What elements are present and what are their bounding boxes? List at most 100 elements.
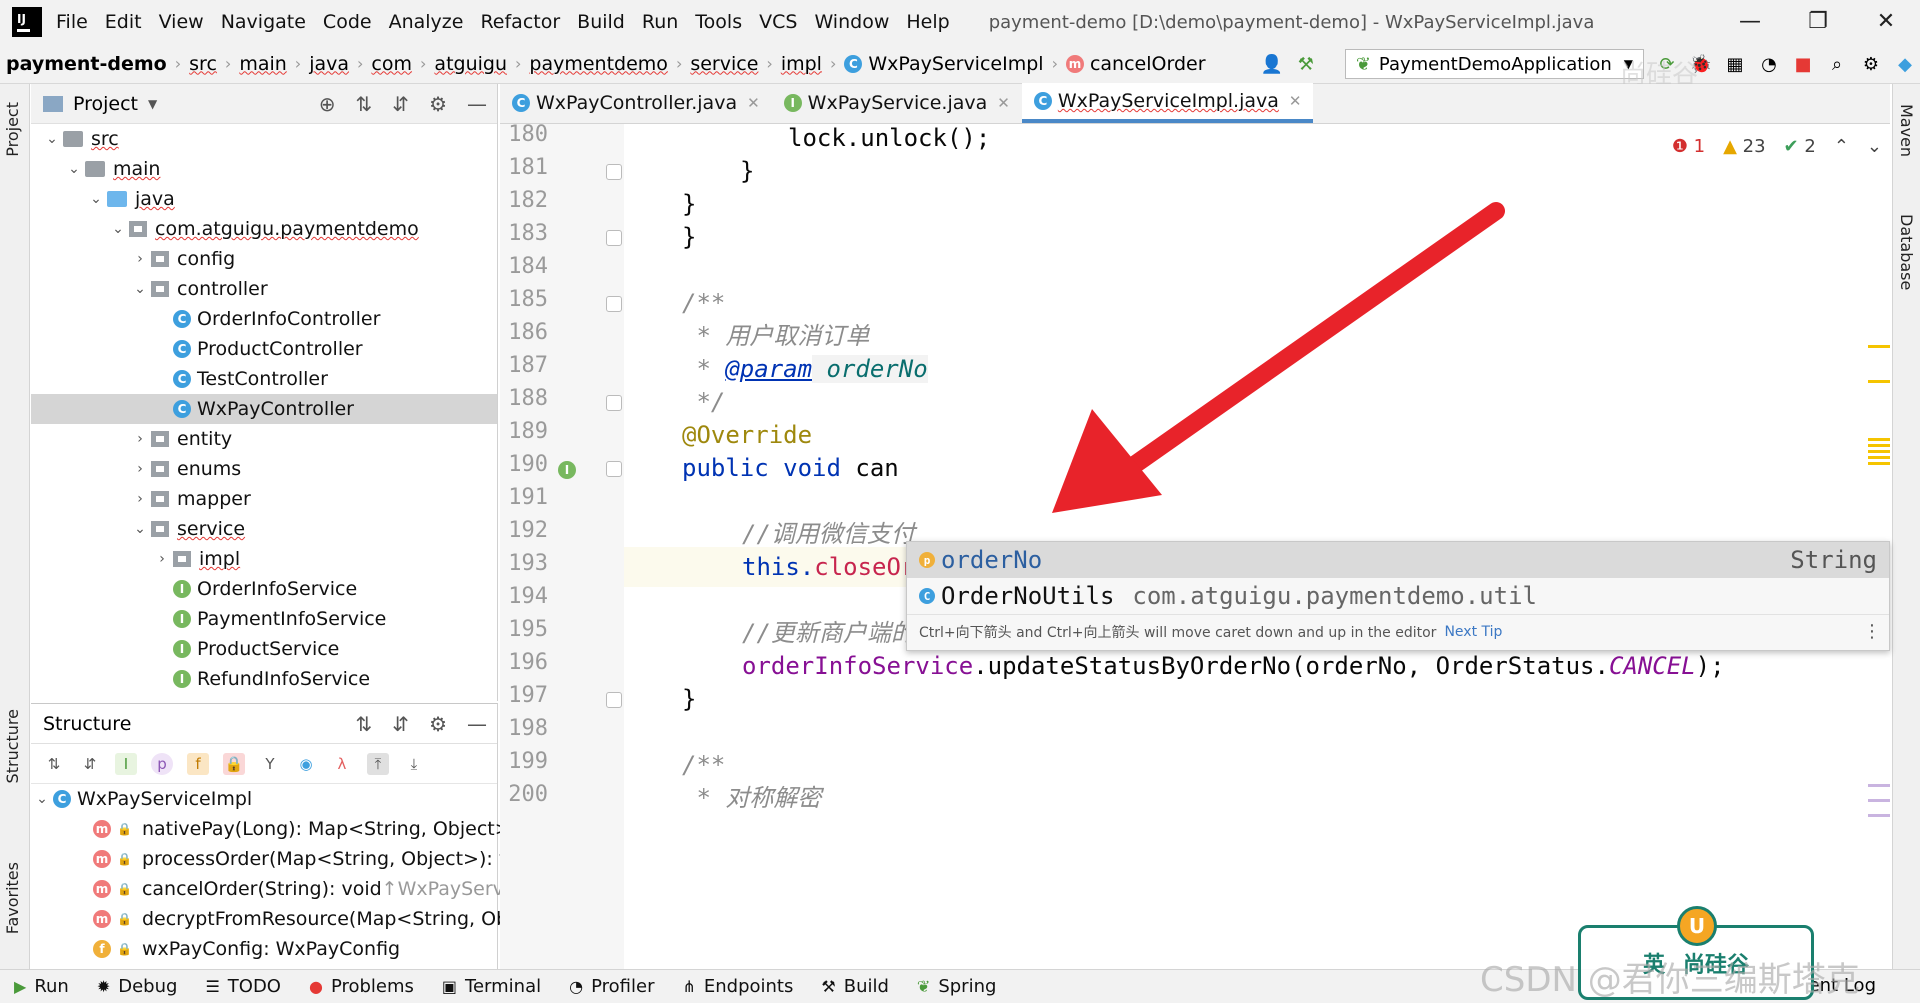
tree-item[interactable]: › impl [31, 544, 497, 574]
bottom-tool-spring[interactable]: ❦ Spring [917, 976, 997, 997]
menu-item[interactable]: Refactor [480, 11, 560, 33]
hide-icon[interactable]: — [467, 92, 487, 116]
completion-item[interactable]: p orderNo String [907, 542, 1889, 578]
breadcrumb-class[interactable]: C WxPayServiceImpl [844, 53, 1044, 75]
breadcrumb-item[interactable]: impl [781, 53, 822, 75]
tree-item[interactable]: ⌄ com.atguigu.paymentdemo [31, 214, 497, 244]
expand-all-icon[interactable]: ⇅ [356, 92, 373, 116]
more-options-icon[interactable]: ⋮ [1863, 621, 1881, 642]
menu-item[interactable]: Edit [105, 11, 142, 33]
tree-item[interactable]: ⌄ main [31, 154, 497, 184]
breadcrumb-method[interactable]: m cancelOrder [1065, 53, 1206, 75]
tree-item[interactable]: C WxPayController [31, 394, 497, 424]
menu-item[interactable]: Run [642, 11, 678, 33]
tree-item[interactable]: I OrderInfoService [31, 574, 497, 604]
completion-item[interactable]: C OrderNoUtils com.atguigu.paymentdemo.u… [907, 578, 1889, 614]
user-icon[interactable]: 👤 [1261, 53, 1283, 75]
chevron-down-icon[interactable]: ⌄ [63, 161, 85, 177]
chevron-down-icon[interactable]: ⌄ [41, 131, 63, 147]
bottom-tool-run[interactable]: ▶ Run [14, 976, 69, 997]
chevron-down-icon[interactable]: ⌄ [129, 521, 151, 537]
menu-item[interactable]: Tools [695, 11, 742, 33]
tree-item[interactable]: C OrderInfoController [31, 304, 497, 334]
bottom-tool-terminal[interactable]: ▣ Terminal [442, 976, 541, 997]
bottom-tool-profiler[interactable]: ◔ Profiler [569, 976, 654, 997]
chevron-right-icon[interactable]: › [129, 491, 151, 507]
menu-item[interactable]: Build [577, 11, 625, 33]
implements-gutter-icon[interactable]: I [558, 461, 576, 479]
next-tip-link[interactable]: Next Tip [1444, 624, 1502, 640]
menu-item[interactable]: Navigate [221, 11, 306, 33]
structure-root[interactable]: ⌄ C WxPayServiceImpl [31, 784, 497, 814]
menu-item[interactable]: Help [906, 11, 949, 33]
tree-item[interactable]: I RefundInfoService [31, 664, 497, 694]
warning-count[interactable]: ▲ 23 [1723, 136, 1765, 157]
menu-item[interactable]: Code [323, 11, 372, 33]
chevron-down-icon[interactable]: ⌄ [31, 791, 53, 807]
autoscroll-to-source-icon[interactable]: ⤒ [367, 752, 389, 775]
fold-marker-icon[interactable] [606, 296, 622, 312]
fold-marker-icon[interactable] [606, 164, 622, 180]
structure-member[interactable]: m 🔒 cancelOrder(String): void ↑WxPayServic… [31, 874, 531, 904]
structure-tool-tab[interactable]: Structure [3, 709, 22, 783]
tree-item[interactable]: ⌄ service [31, 514, 497, 544]
search-icon[interactable]: ⌕ [1826, 53, 1848, 75]
project-panel-title[interactable]: Project [73, 93, 138, 115]
bottom-tool-build[interactable]: ⚒ Build [821, 976, 889, 997]
breadcrumb-item[interactable]: com [371, 53, 412, 75]
chevron-right-icon[interactable]: › [151, 551, 173, 567]
tree-item[interactable]: › mapper [31, 484, 497, 514]
fold-marker-icon[interactable] [606, 395, 622, 411]
previous-highlight-icon[interactable]: ⌃ [1834, 136, 1849, 157]
gear-icon[interactable]: ⚙ [429, 92, 447, 116]
breadcrumb-item[interactable]: service [690, 53, 758, 75]
show-non-public-icon[interactable]: 🔒 [223, 752, 245, 775]
fold-marker-icon[interactable] [606, 461, 622, 477]
error-count[interactable]: ❶ 1 [1672, 136, 1705, 157]
structure-member[interactable]: m 🔒 processOrder(Map<String, Object>): vo [31, 844, 522, 874]
close-tab-icon[interactable]: ✕ [747, 94, 760, 112]
settings-icon[interactable]: ⚙ [1860, 53, 1882, 75]
sort-alpha-icon[interactable]: ⇅ [43, 753, 65, 775]
tree-item[interactable]: › entity [31, 424, 497, 454]
chevron-right-icon[interactable]: › [129, 431, 151, 447]
maven-tool-tab[interactable]: Maven [1897, 104, 1916, 157]
tree-item[interactable]: ⌄ controller [31, 274, 497, 304]
menu-item[interactable]: Analyze [389, 11, 464, 33]
collapse-all-icon[interactable]: ⇵ [392, 92, 409, 116]
bottom-tool-todo[interactable]: ☰ TODO [205, 976, 281, 997]
chevron-down-icon[interactable]: ⌄ [129, 281, 151, 297]
structure-member[interactable]: m🔒nativePay(Long): Map<String, Object> ↑ [31, 814, 527, 844]
bottom-tool-endpoints[interactable]: ⋔ Endpoints [682, 976, 793, 997]
structure-member[interactable]: m 🔒 decryptFromResource(Map<String, Obje [31, 904, 525, 934]
breadcrumb-project[interactable]: payment-demo [6, 53, 167, 75]
tree-item[interactable]: I ProductService [31, 634, 497, 664]
favorites-tool-tab[interactable]: Favorites [3, 862, 22, 934]
autoscroll-from-source-icon[interactable]: ⤓ [403, 753, 425, 775]
build-hammer-icon[interactable]: ⚒ [1295, 53, 1317, 75]
lambda-icon[interactable]: λ [331, 753, 353, 775]
chevron-right-icon[interactable]: › [129, 251, 151, 267]
breadcrumb-item[interactable]: src [189, 53, 217, 75]
bottom-tool-problems[interactable]: ● Problems [309, 976, 414, 997]
project-tool-tab[interactable]: Project [3, 102, 22, 157]
tree-item[interactable]: I PaymentInfoService [31, 604, 497, 634]
tree-item[interactable]: ⌄ java [31, 184, 497, 214]
tree-item[interactable]: › config [31, 244, 497, 274]
close-tab-icon[interactable]: ✕ [1289, 92, 1302, 110]
weak-warning-count[interactable]: ✔ 2 [1784, 136, 1816, 157]
tree-item[interactable]: C ProductController [31, 334, 497, 364]
close-window-button[interactable]: ✕ [1852, 0, 1920, 44]
editor-tab[interactable]: C WxPayServiceImpl.java ✕ [1021, 83, 1314, 123]
fold-marker-icon[interactable] [606, 692, 622, 708]
breadcrumb-item[interactable]: main [239, 53, 286, 75]
fold-marker-icon[interactable] [606, 230, 622, 246]
close-tab-icon[interactable]: ✕ [997, 94, 1010, 112]
menu-item[interactable]: File [56, 11, 88, 33]
tree-item[interactable]: C TestController [31, 364, 497, 394]
show-lambdas-icon[interactable]: Y [259, 753, 281, 775]
chevron-right-icon[interactable]: › [129, 461, 151, 477]
profiler-icon[interactable]: ◔ [1758, 53, 1780, 75]
show-properties-icon[interactable]: p [151, 752, 173, 775]
bottom-tool-debug[interactable]: ✹ Debug [97, 976, 178, 997]
